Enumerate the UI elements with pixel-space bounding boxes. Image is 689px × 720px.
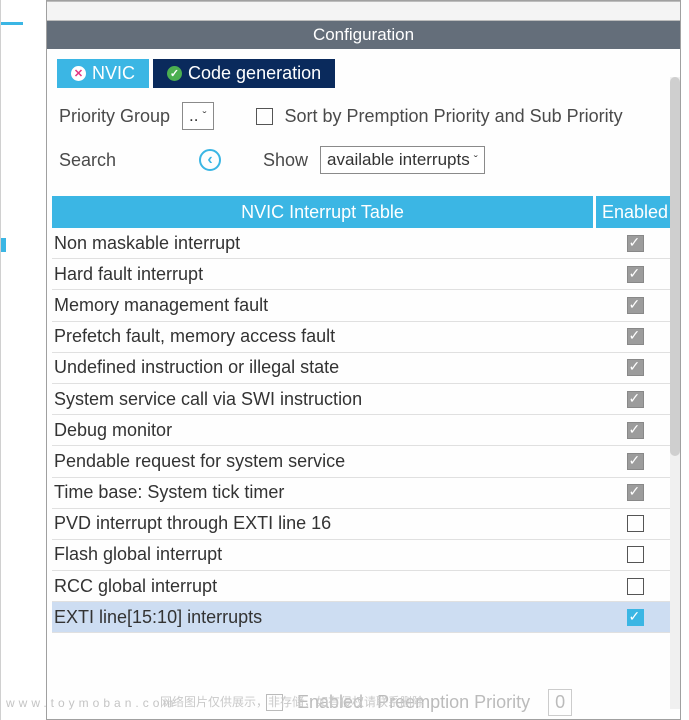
interrupt-name: Memory management fault [52, 295, 596, 316]
back-icon[interactable]: ‹ [199, 149, 221, 171]
enable-checkbox[interactable] [627, 546, 644, 563]
enable-checkbox[interactable] [627, 515, 644, 532]
enable-checkbox [627, 391, 644, 408]
interrupt-name: Non maskable interrupt [52, 233, 596, 254]
enable-checkbox [627, 422, 644, 439]
enabled-cell [596, 328, 674, 345]
enable-checkbox[interactable] [627, 609, 644, 626]
interrupt-table-body: Non maskable interrupt Hard fault interru… [52, 228, 674, 633]
table-row[interactable]: System service call via SWI instruction [52, 384, 674, 415]
enabled-cell [596, 515, 674, 532]
enabled-cell [596, 266, 674, 283]
interrupt-name: Debug monitor [52, 420, 596, 441]
interrupt-name: EXTI line[15:10] interrupts [52, 607, 596, 628]
enabled-cell [596, 453, 674, 470]
search-label: Search [59, 150, 187, 171]
enable-checkbox [627, 453, 644, 470]
enable-checkbox [627, 328, 644, 345]
interrupt-name: Time base: System tick timer [52, 482, 596, 503]
interrupt-name: RCC global interrupt [52, 576, 596, 597]
enable-checkbox[interactable] [627, 578, 644, 595]
search-row: Search ‹ Show available interrupts ˇ [47, 138, 680, 182]
priority-row: Priority Group .. ˇ Sort by Premption Pr… [47, 94, 680, 138]
enabled-cell [596, 297, 674, 314]
priority-group-value: .. [189, 106, 198, 126]
sort-checkbox-label: Sort by Premption Priority and Sub Prior… [285, 106, 623, 127]
sidebar-accent [1, 238, 6, 252]
table-row[interactable]: Time base: System tick timer [52, 478, 674, 509]
priority-group-label: Priority Group [59, 106, 170, 127]
show-value: available interrupts [327, 150, 470, 170]
enable-checkbox [627, 297, 644, 314]
interrupt-name: Hard fault interrupt [52, 264, 596, 285]
column-header-name[interactable]: NVIC Interrupt Table [52, 196, 593, 228]
table-row[interactable]: Flash global interrupt [52, 540, 674, 571]
enabled-cell [596, 609, 674, 626]
enabled-cell [596, 422, 674, 439]
chevron-down-icon: ˇ [474, 153, 478, 167]
interrupt-name: Undefined instruction or illegal state [52, 357, 596, 378]
table-row[interactable]: Prefetch fault, memory access fault [52, 322, 674, 353]
enable-checkbox [627, 359, 644, 376]
enabled-cell [596, 484, 674, 501]
enabled-cell [596, 391, 674, 408]
error-icon: ✕ [71, 66, 86, 81]
panel-title: Configuration [47, 21, 680, 49]
table-row[interactable]: Non maskable interrupt [52, 228, 674, 259]
column-header-enabled[interactable]: Enabled [596, 196, 674, 228]
vertical-scrollbar[interactable] [670, 77, 680, 709]
enabled-cell [596, 546, 674, 563]
interrupt-name: Prefetch fault, memory access fault [52, 326, 596, 347]
table-row[interactable]: Undefined instruction or illegal state [52, 353, 674, 384]
sidebar-accent [1, 22, 23, 25]
priority-group-select[interactable]: .. ˇ [182, 102, 213, 130]
show-label: Show [263, 150, 308, 171]
panel-top-divider [47, 1, 680, 21]
enable-checkbox [627, 266, 644, 283]
tab-label: Code generation [188, 63, 321, 84]
watermark-text: 网络图片仅供展示，非存储，如有侵权请联系删除 [160, 693, 424, 710]
table-row[interactable]: Hard fault interrupt [52, 259, 674, 290]
table-row[interactable]: RCC global interrupt [52, 571, 674, 602]
table-row[interactable]: PVD interrupt through EXTI line 16 [52, 509, 674, 540]
table-row[interactable]: EXTI line[15:10] interrupts [52, 602, 674, 633]
scrollbar-thumb[interactable] [670, 77, 680, 456]
interrupt-name: PVD interrupt through EXTI line 16 [52, 513, 596, 534]
check-icon: ✓ [167, 66, 182, 81]
enable-checkbox [627, 484, 644, 501]
interrupt-name: Flash global interrupt [52, 544, 596, 565]
enabled-cell [596, 235, 674, 252]
enabled-cell [596, 578, 674, 595]
tab-code-generation[interactable]: ✓ Code generation [153, 59, 335, 88]
footer-preemption-value[interactable]: 0 [548, 689, 572, 716]
interrupt-name: System service call via SWI instruction [52, 389, 596, 410]
interrupt-table-header: NVIC Interrupt Table Enabled [52, 196, 674, 228]
tab-label: NVIC [92, 63, 135, 84]
interrupt-name: Pendable request for system service [52, 451, 596, 472]
table-row[interactable]: Memory management fault [52, 290, 674, 321]
enabled-cell [596, 359, 674, 376]
table-row[interactable]: Pendable request for system service [52, 446, 674, 477]
tab-nvic[interactable]: ✕ NVIC [57, 59, 149, 88]
config-panel: Configuration ✕ NVIC ✓ Code generation P… [46, 0, 681, 720]
tab-bar: ✕ NVIC ✓ Code generation [47, 49, 680, 94]
left-sidebar-strip [0, 0, 46, 720]
sort-checkbox[interactable] [256, 108, 273, 125]
watermark-host: www.toymoban.com [6, 696, 177, 710]
chevron-down-icon: ˇ [203, 109, 207, 123]
table-row[interactable]: Debug monitor [52, 415, 674, 446]
enable-checkbox [627, 235, 644, 252]
show-select[interactable]: available interrupts ˇ [320, 146, 485, 174]
